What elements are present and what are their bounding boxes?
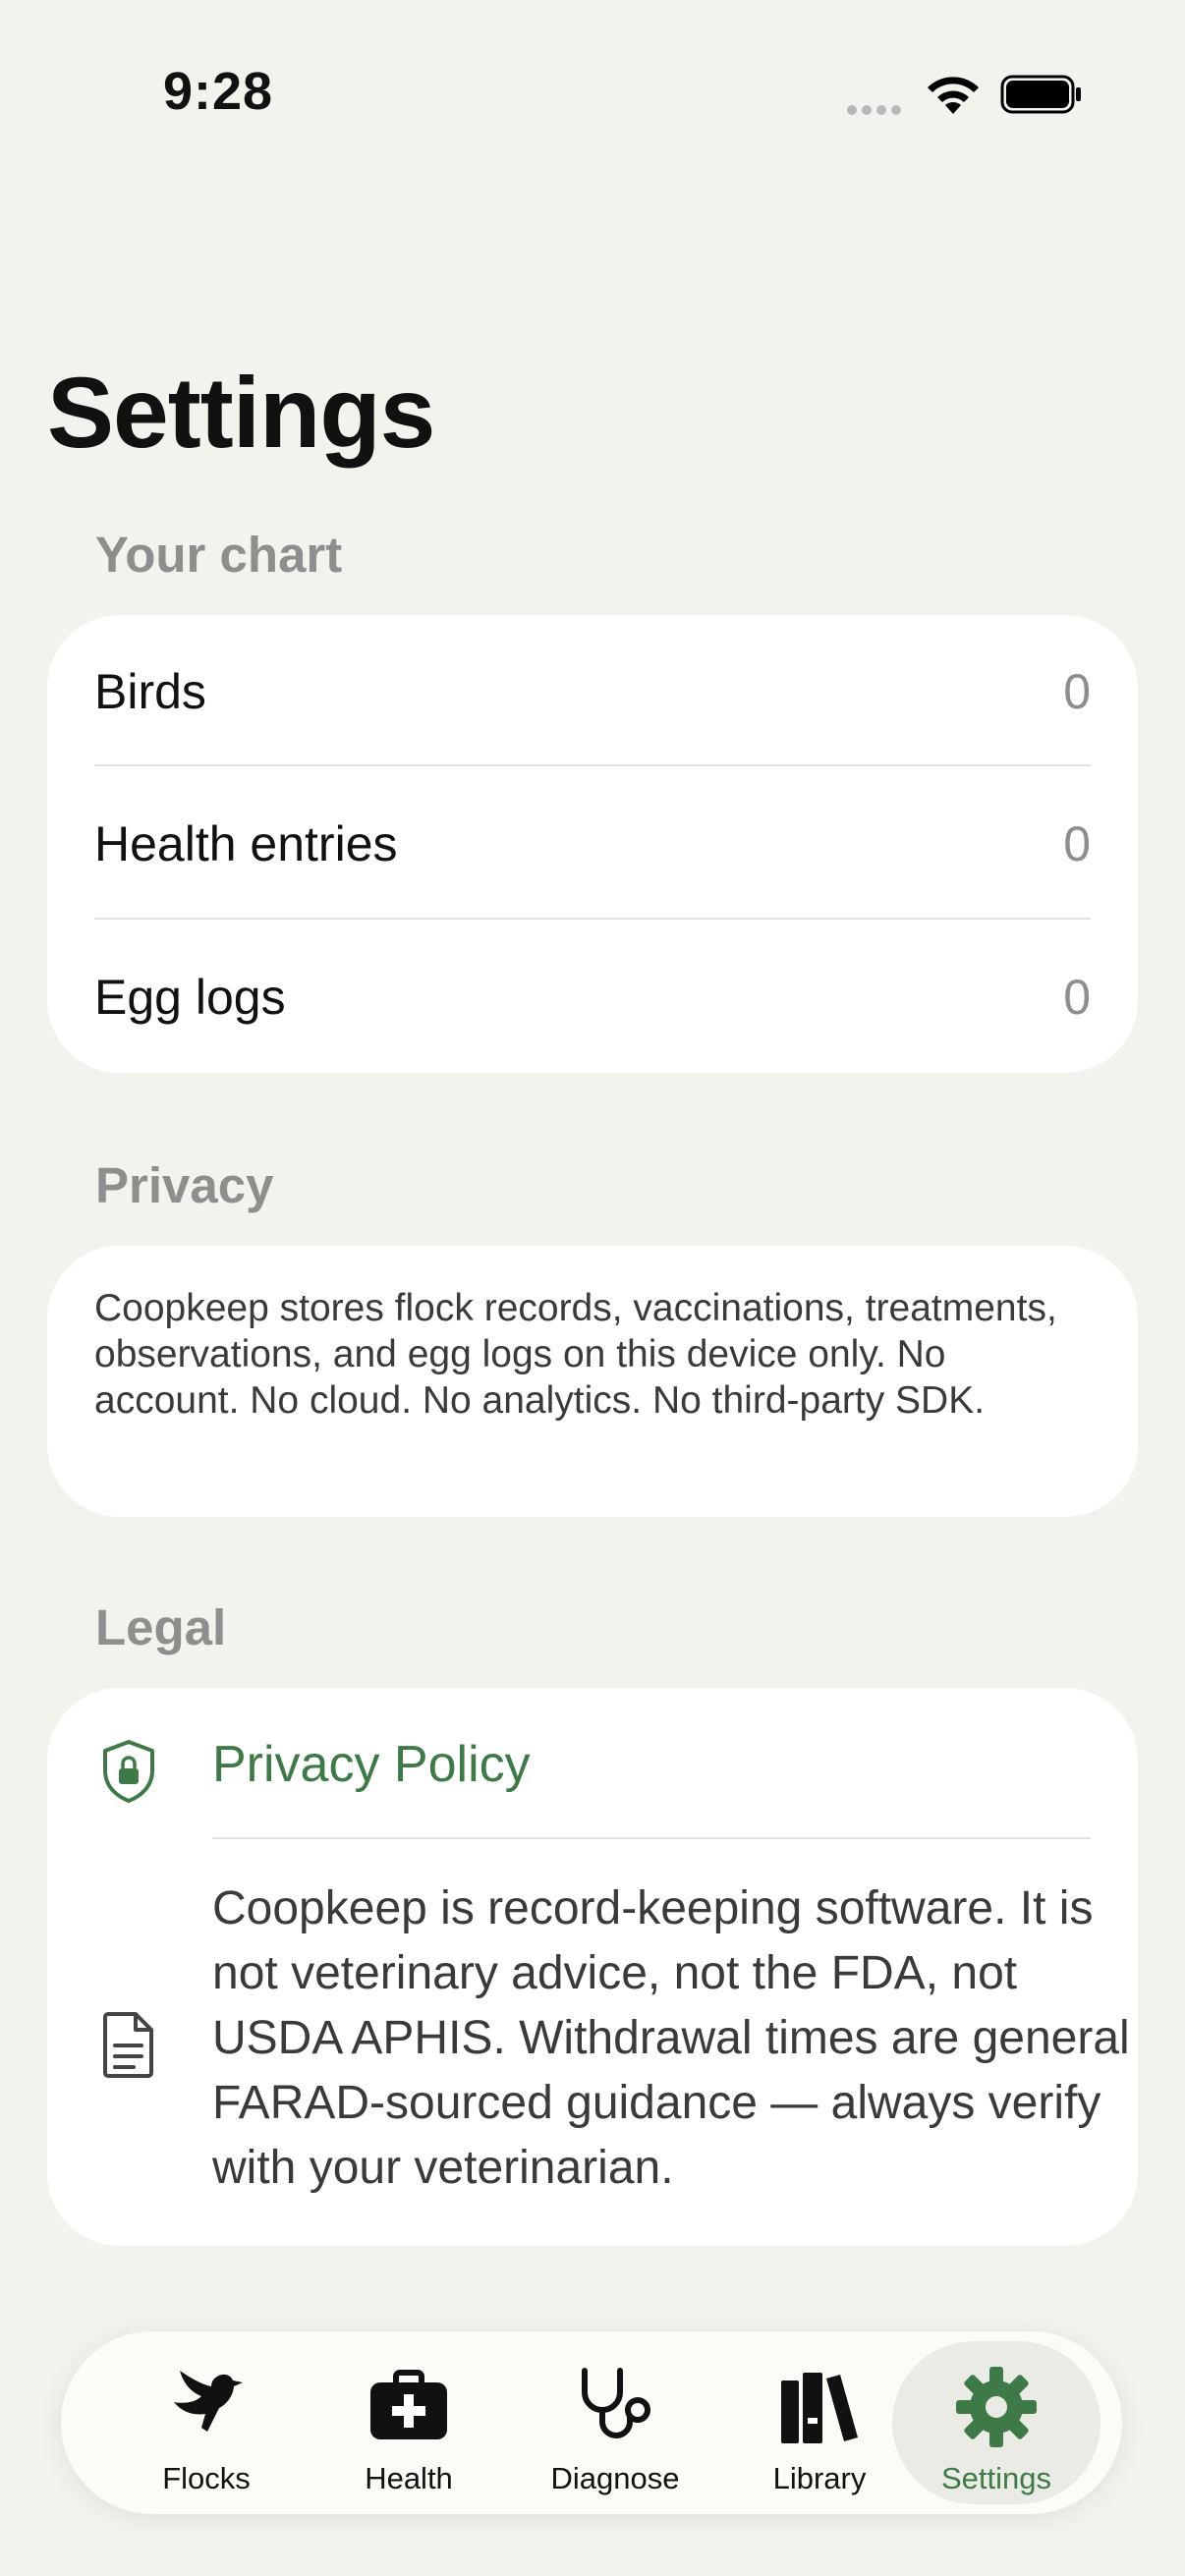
chart-row-birds: Birds 0 (94, 615, 1091, 768)
row-label: Health entries (94, 816, 398, 871)
privacy-policy-link[interactable]: Privacy Policy (212, 1735, 531, 1794)
tab-bar: Flocks Health Diagnose Library Settings (61, 2331, 1122, 2514)
tab-diagnose[interactable]: Diagnose (511, 2341, 719, 2504)
chart-row-egg-logs: Egg logs 0 (94, 921, 1091, 1074)
legal-card: Privacy Policy Coopkeep is record-keepin… (47, 1688, 1138, 2246)
row-value: 0 (1063, 816, 1091, 871)
section-label-privacy: Privacy (95, 1157, 274, 1213)
tab-label: Settings (940, 2461, 1051, 2495)
document-icon (103, 2012, 153, 2078)
tab-flocks[interactable]: Flocks (102, 2341, 310, 2504)
chart-row-health-entries: Health entries 0 (94, 767, 1091, 921)
shield-lock-icon (103, 1740, 154, 1803)
gear-icon (956, 2367, 1037, 2447)
tab-label: Flocks (162, 2461, 251, 2495)
section-label-legal: Legal (95, 1599, 227, 1655)
row-value: 0 (1063, 664, 1091, 719)
status-bar: 9:28 (0, 0, 1185, 187)
signal-icon (847, 102, 906, 120)
tab-label: Health (365, 2461, 453, 2495)
status-time: 9:28 (163, 62, 274, 121)
battery-icon (1000, 75, 1081, 114)
tab-health[interactable]: Health (305, 2341, 513, 2504)
tab-label: Diagnose (550, 2461, 680, 2495)
wifi-icon (928, 77, 979, 114)
privacy-card: Coopkeep stores flock records, vaccinati… (47, 1246, 1138, 1517)
tab-settings[interactable]: Settings (892, 2341, 1100, 2504)
row-value: 0 (1063, 970, 1091, 1025)
row-label: Egg logs (94, 970, 286, 1025)
books-icon (781, 2373, 858, 2443)
privacy-statement: Coopkeep stores flock records, vaccinati… (94, 1287, 1057, 1422)
bird-icon (174, 2371, 243, 2432)
page-title: Settings (47, 357, 435, 469)
chart-card: Birds 0 Health entries 0 Egg logs 0 (47, 615, 1138, 1073)
stethoscope-icon (582, 2368, 650, 2438)
row-label: Birds (94, 664, 206, 719)
row-divider (94, 764, 1091, 766)
section-label-your-chart: Your chart (95, 527, 343, 583)
row-divider (212, 1837, 1091, 1839)
first-aid-kit-icon (370, 2370, 447, 2439)
row-divider (94, 918, 1091, 920)
disclaimer-text: Coopkeep is record-keeping software. It … (212, 1882, 1130, 2194)
